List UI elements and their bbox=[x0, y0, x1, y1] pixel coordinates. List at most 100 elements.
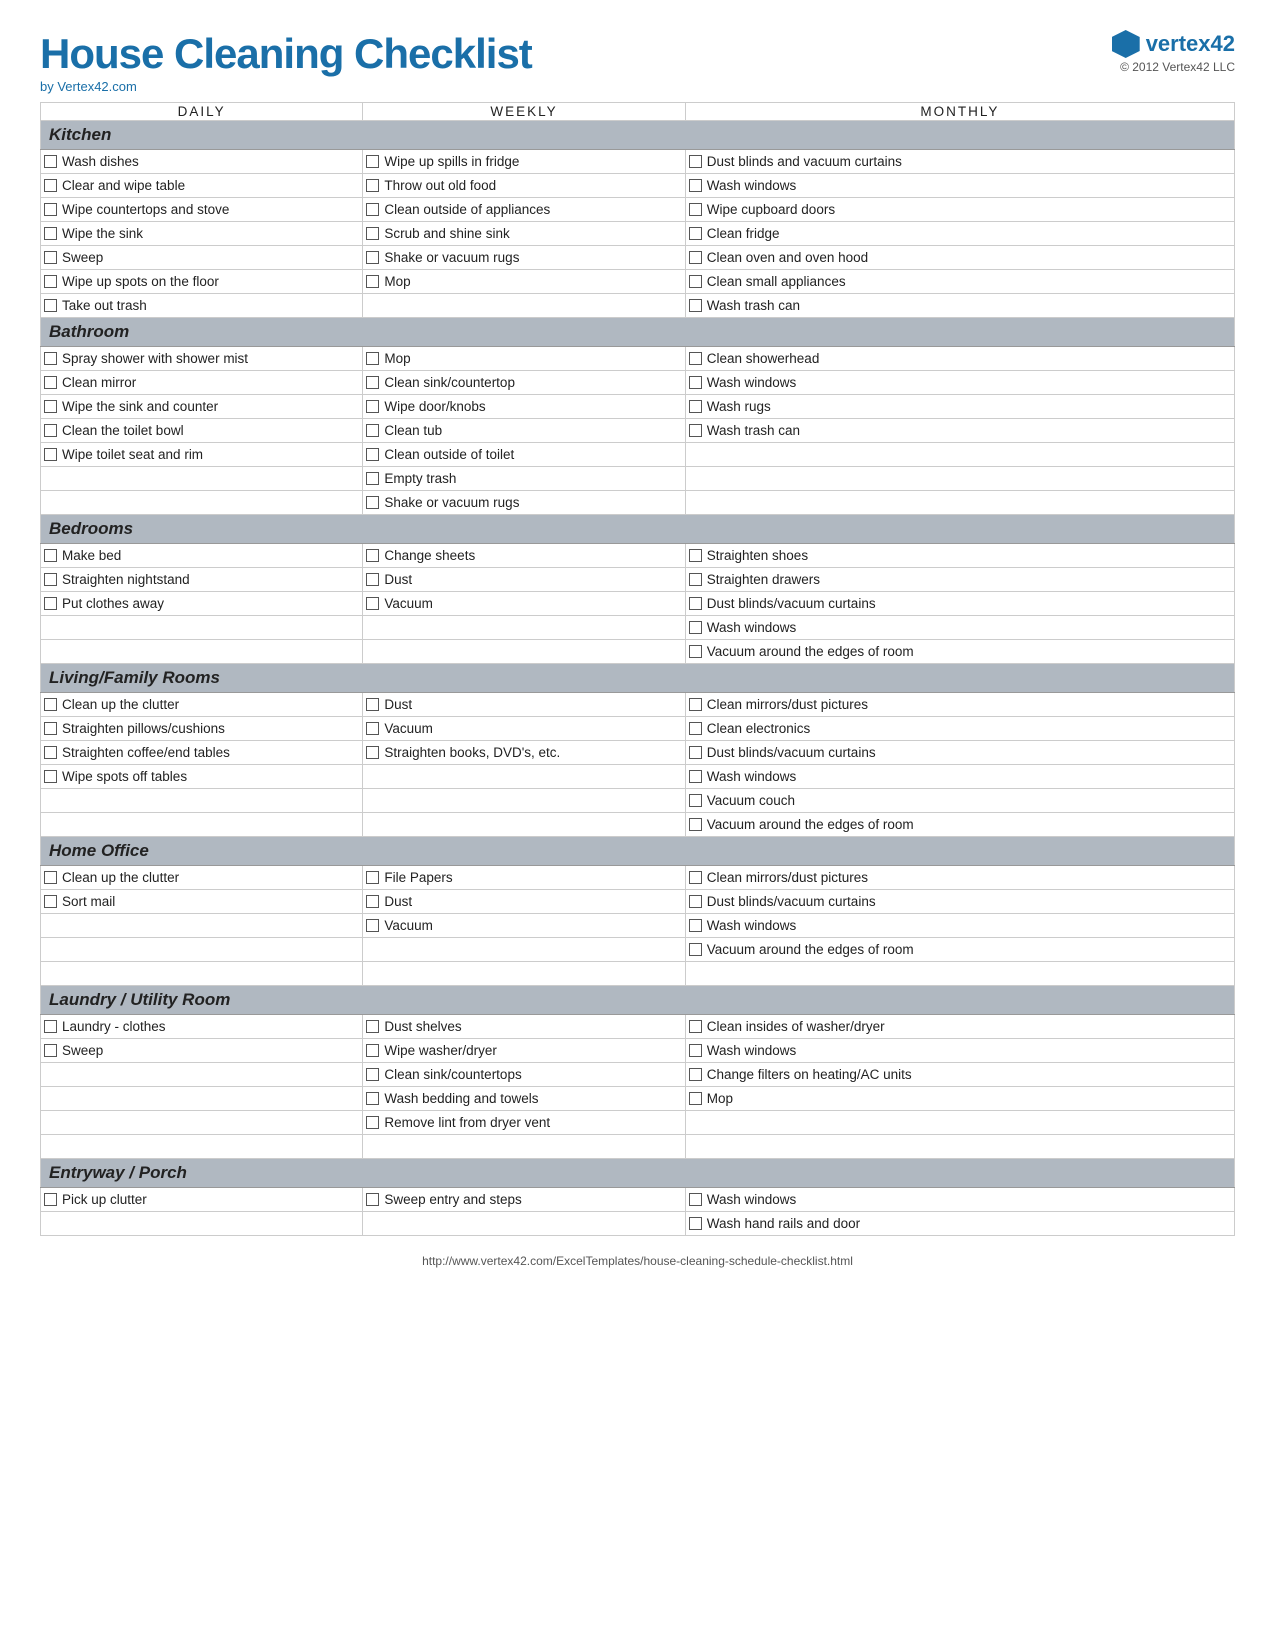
check-item[interactable]: Wash windows bbox=[689, 617, 1231, 638]
checkbox[interactable] bbox=[44, 1044, 57, 1057]
checkbox[interactable] bbox=[366, 1020, 379, 1033]
checkbox[interactable] bbox=[44, 1020, 57, 1033]
checkbox[interactable] bbox=[44, 895, 57, 908]
checkbox[interactable] bbox=[366, 275, 379, 288]
checkbox[interactable] bbox=[689, 1092, 702, 1105]
checkbox[interactable] bbox=[689, 698, 702, 711]
check-item[interactable]: Empty trash bbox=[366, 468, 681, 489]
checkbox[interactable] bbox=[44, 573, 57, 586]
check-item[interactable]: Straighten drawers bbox=[689, 569, 1231, 590]
check-item[interactable]: Clean showerhead bbox=[689, 348, 1231, 369]
checkbox[interactable] bbox=[366, 1068, 379, 1081]
check-item[interactable]: Clean up the clutter bbox=[44, 867, 359, 888]
check-item[interactable]: Change sheets bbox=[366, 545, 681, 566]
check-item[interactable]: Clean insides of washer/dryer bbox=[689, 1016, 1231, 1037]
check-item[interactable]: Sweep entry and steps bbox=[366, 1189, 681, 1210]
check-item[interactable]: Throw out old food bbox=[366, 175, 681, 196]
checkbox[interactable] bbox=[689, 275, 702, 288]
checkbox[interactable] bbox=[44, 376, 57, 389]
checkbox[interactable] bbox=[366, 251, 379, 264]
checkbox[interactable] bbox=[44, 746, 57, 759]
checkbox[interactable] bbox=[44, 770, 57, 783]
check-item[interactable]: Vacuum bbox=[366, 718, 681, 739]
checkbox[interactable] bbox=[44, 275, 57, 288]
checkbox[interactable] bbox=[366, 722, 379, 735]
check-item[interactable]: Clean tub bbox=[366, 420, 681, 441]
checkbox[interactable] bbox=[689, 943, 702, 956]
check-item[interactable]: Wipe washer/dryer bbox=[366, 1040, 681, 1061]
check-item[interactable]: Clean outside of toilet bbox=[366, 444, 681, 465]
checkbox[interactable] bbox=[366, 179, 379, 192]
check-item[interactable]: Clean oven and oven hood bbox=[689, 247, 1231, 268]
check-item[interactable]: Pick up clutter bbox=[44, 1189, 359, 1210]
checkbox[interactable] bbox=[689, 251, 702, 264]
check-item[interactable]: Wash windows bbox=[689, 1040, 1231, 1061]
checkbox[interactable] bbox=[44, 424, 57, 437]
check-item[interactable]: Dust bbox=[366, 569, 681, 590]
check-item[interactable]: Scrub and shine sink bbox=[366, 223, 681, 244]
checkbox[interactable] bbox=[44, 299, 57, 312]
check-item[interactable]: Straighten nightstand bbox=[44, 569, 359, 590]
checkbox[interactable] bbox=[366, 352, 379, 365]
checkbox[interactable] bbox=[366, 698, 379, 711]
check-item[interactable]: Wash hand rails and door bbox=[689, 1213, 1231, 1234]
check-item[interactable]: Wipe cupboard doors bbox=[689, 199, 1231, 220]
check-item[interactable]: Wipe toilet seat and rim bbox=[44, 444, 359, 465]
check-item[interactable]: Wash dishes bbox=[44, 151, 359, 172]
checkbox[interactable] bbox=[366, 1193, 379, 1206]
check-item[interactable]: Mop bbox=[366, 271, 681, 292]
check-item[interactable]: Clean sink/countertops bbox=[366, 1064, 681, 1085]
checkbox[interactable] bbox=[689, 1068, 702, 1081]
checkbox[interactable] bbox=[689, 400, 702, 413]
check-item[interactable]: Wipe door/knobs bbox=[366, 396, 681, 417]
check-item[interactable]: Vacuum around the edges of room bbox=[689, 939, 1231, 960]
check-item[interactable]: Wash windows bbox=[689, 1189, 1231, 1210]
checkbox[interactable] bbox=[366, 573, 379, 586]
check-item[interactable]: Dust shelves bbox=[366, 1016, 681, 1037]
check-item[interactable]: File Papers bbox=[366, 867, 681, 888]
checkbox[interactable] bbox=[689, 299, 702, 312]
check-item[interactable]: Vacuum around the edges of room bbox=[689, 641, 1231, 662]
checkbox[interactable] bbox=[366, 227, 379, 240]
check-item[interactable]: Wash rugs bbox=[689, 396, 1231, 417]
checkbox[interactable] bbox=[689, 895, 702, 908]
checkbox[interactable] bbox=[44, 549, 57, 562]
check-item[interactable]: Dust blinds and vacuum curtains bbox=[689, 151, 1231, 172]
check-item[interactable]: Straighten coffee/end tables bbox=[44, 742, 359, 763]
checkbox[interactable] bbox=[689, 645, 702, 658]
checkbox[interactable] bbox=[366, 597, 379, 610]
check-item[interactable]: Laundry - clothes bbox=[44, 1016, 359, 1037]
check-item[interactable]: Straighten pillows/cushions bbox=[44, 718, 359, 739]
check-item[interactable]: Clean mirrors/dust pictures bbox=[689, 867, 1231, 888]
checkbox[interactable] bbox=[44, 203, 57, 216]
checkbox[interactable] bbox=[366, 919, 379, 932]
check-item[interactable]: Wash bedding and towels bbox=[366, 1088, 681, 1109]
checkbox[interactable] bbox=[689, 1217, 702, 1230]
checkbox[interactable] bbox=[689, 722, 702, 735]
check-item[interactable]: Clear and wipe table bbox=[44, 175, 359, 196]
checkbox[interactable] bbox=[44, 227, 57, 240]
checkbox[interactable] bbox=[689, 203, 702, 216]
check-item[interactable]: Clean small appliances bbox=[689, 271, 1231, 292]
check-item[interactable]: Wipe countertops and stove bbox=[44, 199, 359, 220]
check-item[interactable]: Clean mirror bbox=[44, 372, 359, 393]
checkbox[interactable] bbox=[689, 549, 702, 562]
check-item[interactable]: Wash trash can bbox=[689, 295, 1231, 316]
checkbox[interactable] bbox=[44, 448, 57, 461]
checkbox[interactable] bbox=[689, 155, 702, 168]
checkbox[interactable] bbox=[44, 352, 57, 365]
checkbox[interactable] bbox=[689, 770, 702, 783]
checkbox[interactable] bbox=[366, 448, 379, 461]
check-item[interactable]: Sweep bbox=[44, 1040, 359, 1061]
check-item[interactable]: Put clothes away bbox=[44, 593, 359, 614]
checkbox[interactable] bbox=[689, 794, 702, 807]
check-item[interactable]: Wash windows bbox=[689, 372, 1231, 393]
checkbox[interactable] bbox=[366, 155, 379, 168]
checkbox[interactable] bbox=[366, 424, 379, 437]
check-item[interactable]: Clean mirrors/dust pictures bbox=[689, 694, 1231, 715]
check-item[interactable]: Wash trash can bbox=[689, 420, 1231, 441]
check-item[interactable]: Dust blinds/vacuum curtains bbox=[689, 593, 1231, 614]
check-item[interactable]: Shake or vacuum rugs bbox=[366, 247, 681, 268]
check-item[interactable]: Vacuum bbox=[366, 593, 681, 614]
checkbox[interactable] bbox=[44, 251, 57, 264]
